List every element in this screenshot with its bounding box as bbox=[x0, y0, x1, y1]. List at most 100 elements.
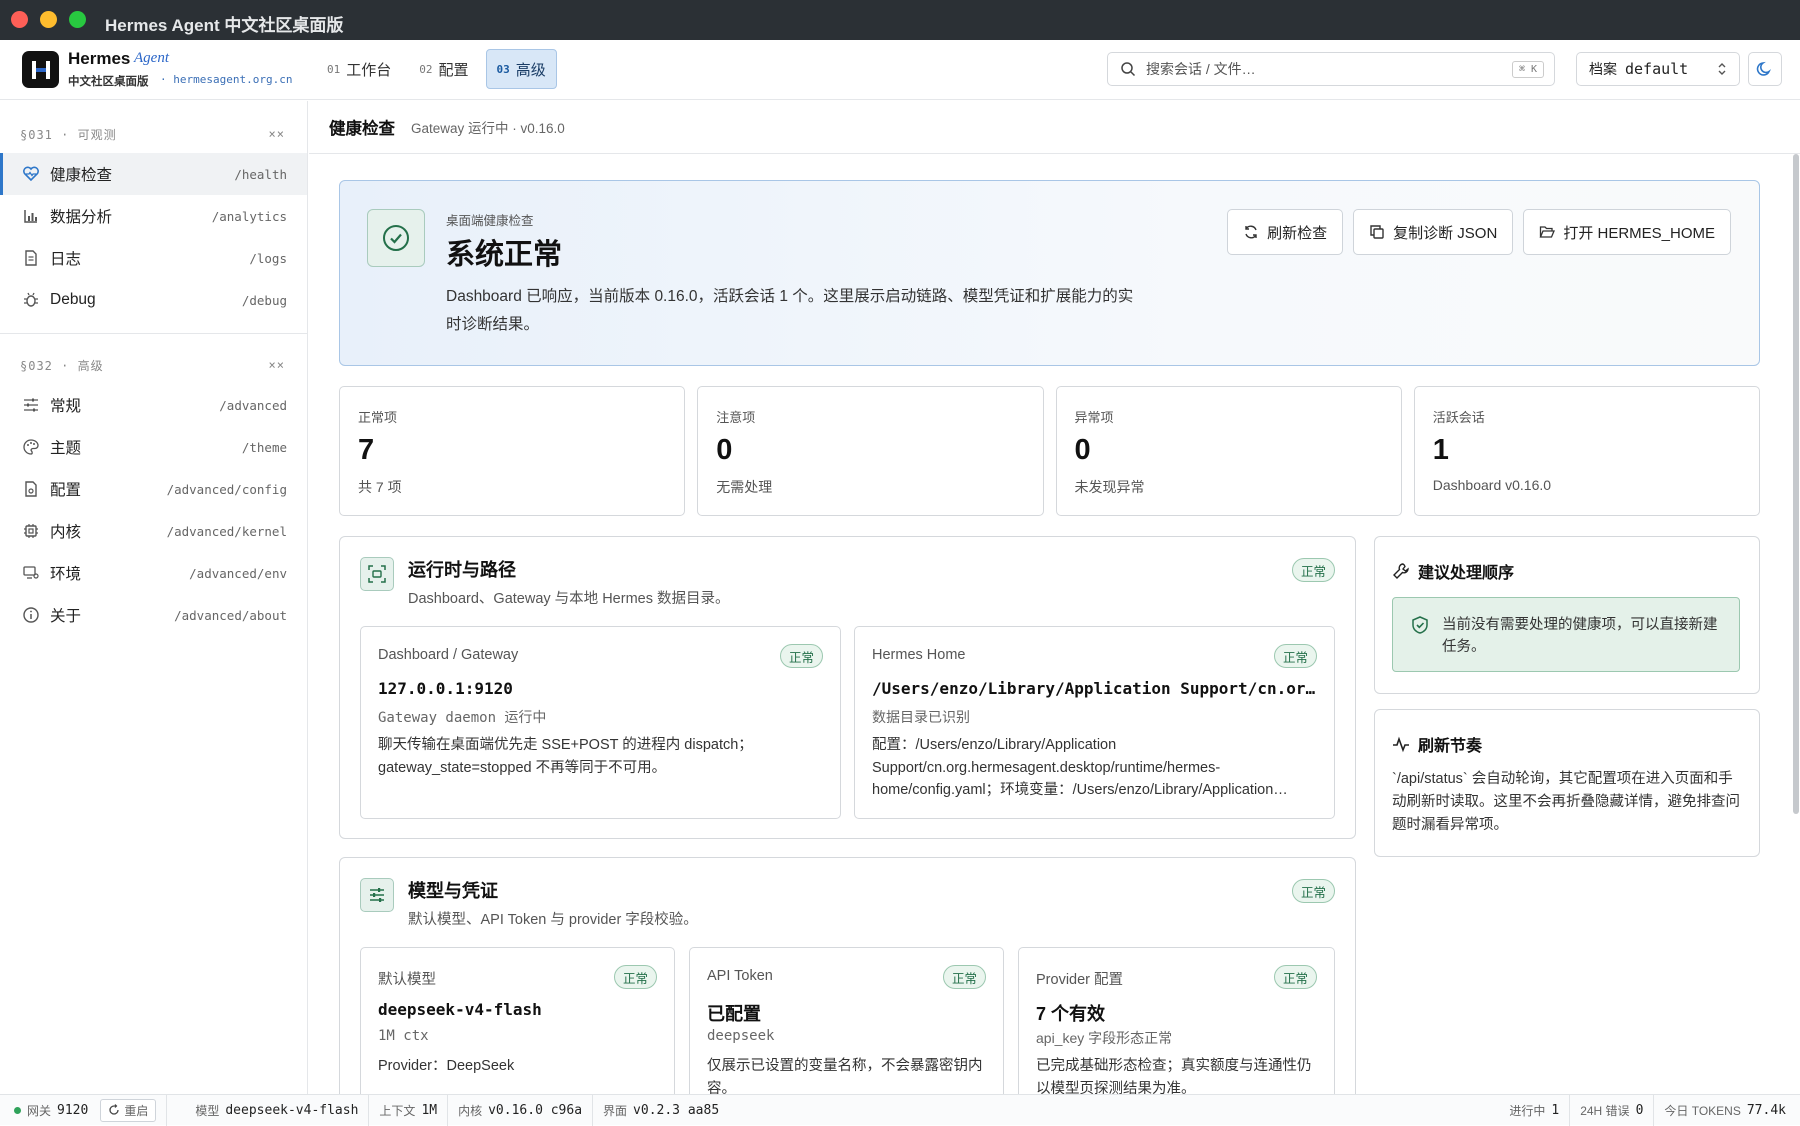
sidebar-item-about[interactable]: 关于 /advanced/about bbox=[0, 594, 307, 636]
stat-value: 7 bbox=[358, 434, 375, 466]
banner-description: Dashboard 已响应，当前版本 0.16.0，活跃会话 1 个。这里展示启… bbox=[446, 288, 1134, 333]
item-desc: 仅展示已设置的变量名称，不会暴露密钥内容。 bbox=[707, 1058, 983, 1094]
status-label: 模型 bbox=[195, 1103, 220, 1118]
sidebar-item-env[interactable]: 环境 /advanced/env bbox=[0, 552, 307, 594]
tab-number: 01 bbox=[327, 62, 341, 76]
hermes-logo-icon[interactable] bbox=[22, 51, 59, 88]
status-dot-icon bbox=[14, 1106, 21, 1114]
status-errors: 24H 错误 0 bbox=[1570, 1094, 1655, 1126]
stat-error-items: 异常项 0 未发现异常 bbox=[1055, 386, 1402, 516]
refresh-icon bbox=[1245, 225, 1257, 239]
status-value: 1 bbox=[1551, 1102, 1560, 1118]
cpu-icon bbox=[24, 524, 38, 538]
search-shortcut: ⌘ K bbox=[1511, 61, 1544, 78]
card-title: 建议处理顺序 bbox=[1418, 565, 1515, 582]
main-content: 健康检查 Gateway 运行中 · v0.16.0 桌面端健康检查 系统正常 … bbox=[309, 101, 1800, 1094]
refresh-rhythm-card: 刷新节奏 `/api/status` 会自动轮询，其它配置项在进入页面和手动刷新… bbox=[1374, 709, 1760, 857]
window-title: Hermes Agent 中文社区桌面版 bbox=[105, 16, 344, 35]
status-badge: 正常 bbox=[1291, 558, 1335, 582]
status-value: deepseek-v4-flash bbox=[225, 1102, 359, 1118]
status-value: 1M bbox=[421, 1102, 438, 1118]
sidebar-item-theme[interactable]: 主题 /theme bbox=[0, 426, 307, 468]
tab-label: 配置 bbox=[438, 61, 469, 79]
copy-diagnostics-button[interactable]: 复制诊断 JSON bbox=[1353, 209, 1514, 255]
stat-warning-items: 注意项 0 无需处理 bbox=[697, 386, 1044, 516]
status-right-group: 进行中 1 24H 错误 0 今日 TOKENS 77.4k bbox=[1499, 1094, 1800, 1126]
profile-label: 档案 bbox=[1589, 61, 1617, 77]
sidebar-item-label: 日志 bbox=[50, 251, 82, 268]
status-badge: 正常 bbox=[1273, 644, 1317, 668]
item-label: Dashboard / Gateway bbox=[378, 647, 519, 663]
copy-icon bbox=[1370, 225, 1384, 239]
status-value: 0 bbox=[1635, 1102, 1644, 1118]
sidebar-item-general[interactable]: 常规 /advanced bbox=[0, 384, 307, 426]
status-value: v0.2.3 aa85 bbox=[633, 1102, 720, 1118]
advice-message: 当前没有需要处理的健康项，可以直接新建任务。 bbox=[1392, 597, 1740, 672]
brand-url[interactable]: · hermesagent.org.cn bbox=[160, 73, 292, 86]
sidebar-item-path: /health bbox=[234, 166, 287, 182]
collapse-toggle[interactable]: ×× bbox=[269, 127, 285, 141]
stat-desc: 未发现异常 bbox=[1074, 479, 1145, 495]
section-title: §032 · 高级 bbox=[20, 358, 104, 373]
stat-value: 1 bbox=[1432, 434, 1449, 466]
moon-icon bbox=[1756, 61, 1771, 76]
shield-check-icon bbox=[1412, 616, 1428, 634]
monitor-user-icon bbox=[23, 566, 39, 579]
collapse-toggle[interactable]: ×× bbox=[269, 358, 285, 372]
theme-toggle-button[interactable] bbox=[1748, 52, 1782, 86]
status-label: 24H 错误 bbox=[1580, 1103, 1630, 1118]
close-window-button[interactable] bbox=[11, 11, 28, 28]
sidebar-item-path: /advanced/config bbox=[166, 481, 287, 497]
profile-select[interactable]: 档案 default bbox=[1576, 52, 1740, 86]
sidebar-item-path: /analytics bbox=[211, 208, 287, 224]
item-label: 默认模型 bbox=[378, 972, 436, 988]
restart-button[interactable]: 重启 bbox=[100, 1098, 157, 1122]
stat-value: 0 bbox=[716, 434, 733, 466]
advice-header: 建议处理顺序 bbox=[1392, 559, 1514, 583]
tab-advanced[interactable]: 03 高级 bbox=[485, 49, 557, 89]
page-title: 健康检查 bbox=[329, 120, 395, 138]
sidebar-item-health[interactable]: 健康检查 /health bbox=[0, 153, 307, 195]
info-icon bbox=[23, 607, 39, 623]
tab-config[interactable]: 02 配置 bbox=[408, 49, 479, 89]
card-title: 刷新节奏 bbox=[1418, 738, 1483, 755]
search-icon bbox=[1121, 62, 1136, 77]
advice-card: 建议处理顺序 当前没有需要处理的健康项，可以直接新建任务。 bbox=[1374, 536, 1760, 694]
provider-config-item: Provider 配置 正常 7 个有效 api_key 字段形态正常 已完成基… bbox=[1018, 947, 1335, 1094]
bar-chart-icon bbox=[24, 210, 37, 223]
maximize-window-button[interactable] bbox=[69, 11, 86, 28]
sidebar-item-label: 常规 bbox=[50, 398, 82, 415]
sidebar-item-config[interactable]: 配置 /advanced/config bbox=[0, 468, 307, 510]
activity-icon bbox=[1393, 736, 1409, 753]
button-label: 复制诊断 JSON bbox=[1393, 224, 1498, 242]
sidebar-item-path: /advanced/kernel bbox=[166, 523, 287, 539]
brand-name: Hermes bbox=[68, 49, 131, 68]
tab-workbench[interactable]: 01 工作台 bbox=[316, 49, 402, 89]
card-title: 运行时与路径 bbox=[408, 560, 516, 580]
sidebar-item-debug[interactable]: Debug /debug bbox=[0, 279, 307, 321]
status-label: 内核 bbox=[458, 1103, 483, 1118]
sidebar-item-kernel[interactable]: 内核 /advanced/kernel bbox=[0, 510, 307, 552]
banner-actions: 刷新检查 复制诊断 JSON 打开 HERMES_HOME bbox=[1227, 209, 1731, 255]
main-scrollbar[interactable] bbox=[1793, 154, 1799, 814]
status-gateway: 网关 9120 重启 bbox=[0, 1094, 168, 1126]
banner-label: 桌面端健康检查 bbox=[446, 214, 534, 228]
sidebar-item-path: /theme bbox=[241, 439, 287, 455]
status-label: 界面 bbox=[603, 1103, 628, 1118]
scan-icon bbox=[360, 557, 394, 591]
sidebar-item-analytics[interactable]: 数据分析 /analytics bbox=[0, 195, 307, 237]
gateway-item: Dashboard / Gateway 正常 127.0.0.1:9120 Ga… bbox=[360, 626, 841, 819]
refresh-check-button[interactable]: 刷新检查 bbox=[1227, 209, 1344, 255]
sidebar-item-path: /advanced bbox=[219, 397, 287, 413]
file-cog-icon bbox=[25, 481, 37, 497]
sidebar-item-logs[interactable]: 日志 /logs bbox=[0, 237, 307, 279]
sidebar-section-advanced: §032 · 高级 ×× bbox=[0, 346, 307, 384]
open-hermes-home-button[interactable]: 打开 HERMES_HOME bbox=[1523, 209, 1731, 255]
card-title: 模型与凭证 bbox=[408, 881, 498, 901]
minimize-window-button[interactable] bbox=[40, 11, 57, 28]
status-tokens: 今日 TOKENS 77.4k bbox=[1654, 1095, 1800, 1126]
item-value: /Users/enzo/Library/Application Support/… bbox=[872, 679, 1317, 698]
search-input[interactable]: 搜索会话 / 文件… ⌘ K bbox=[1107, 52, 1555, 86]
profile-value: default bbox=[1625, 60, 1689, 78]
heart-pulse-icon bbox=[23, 166, 39, 182]
